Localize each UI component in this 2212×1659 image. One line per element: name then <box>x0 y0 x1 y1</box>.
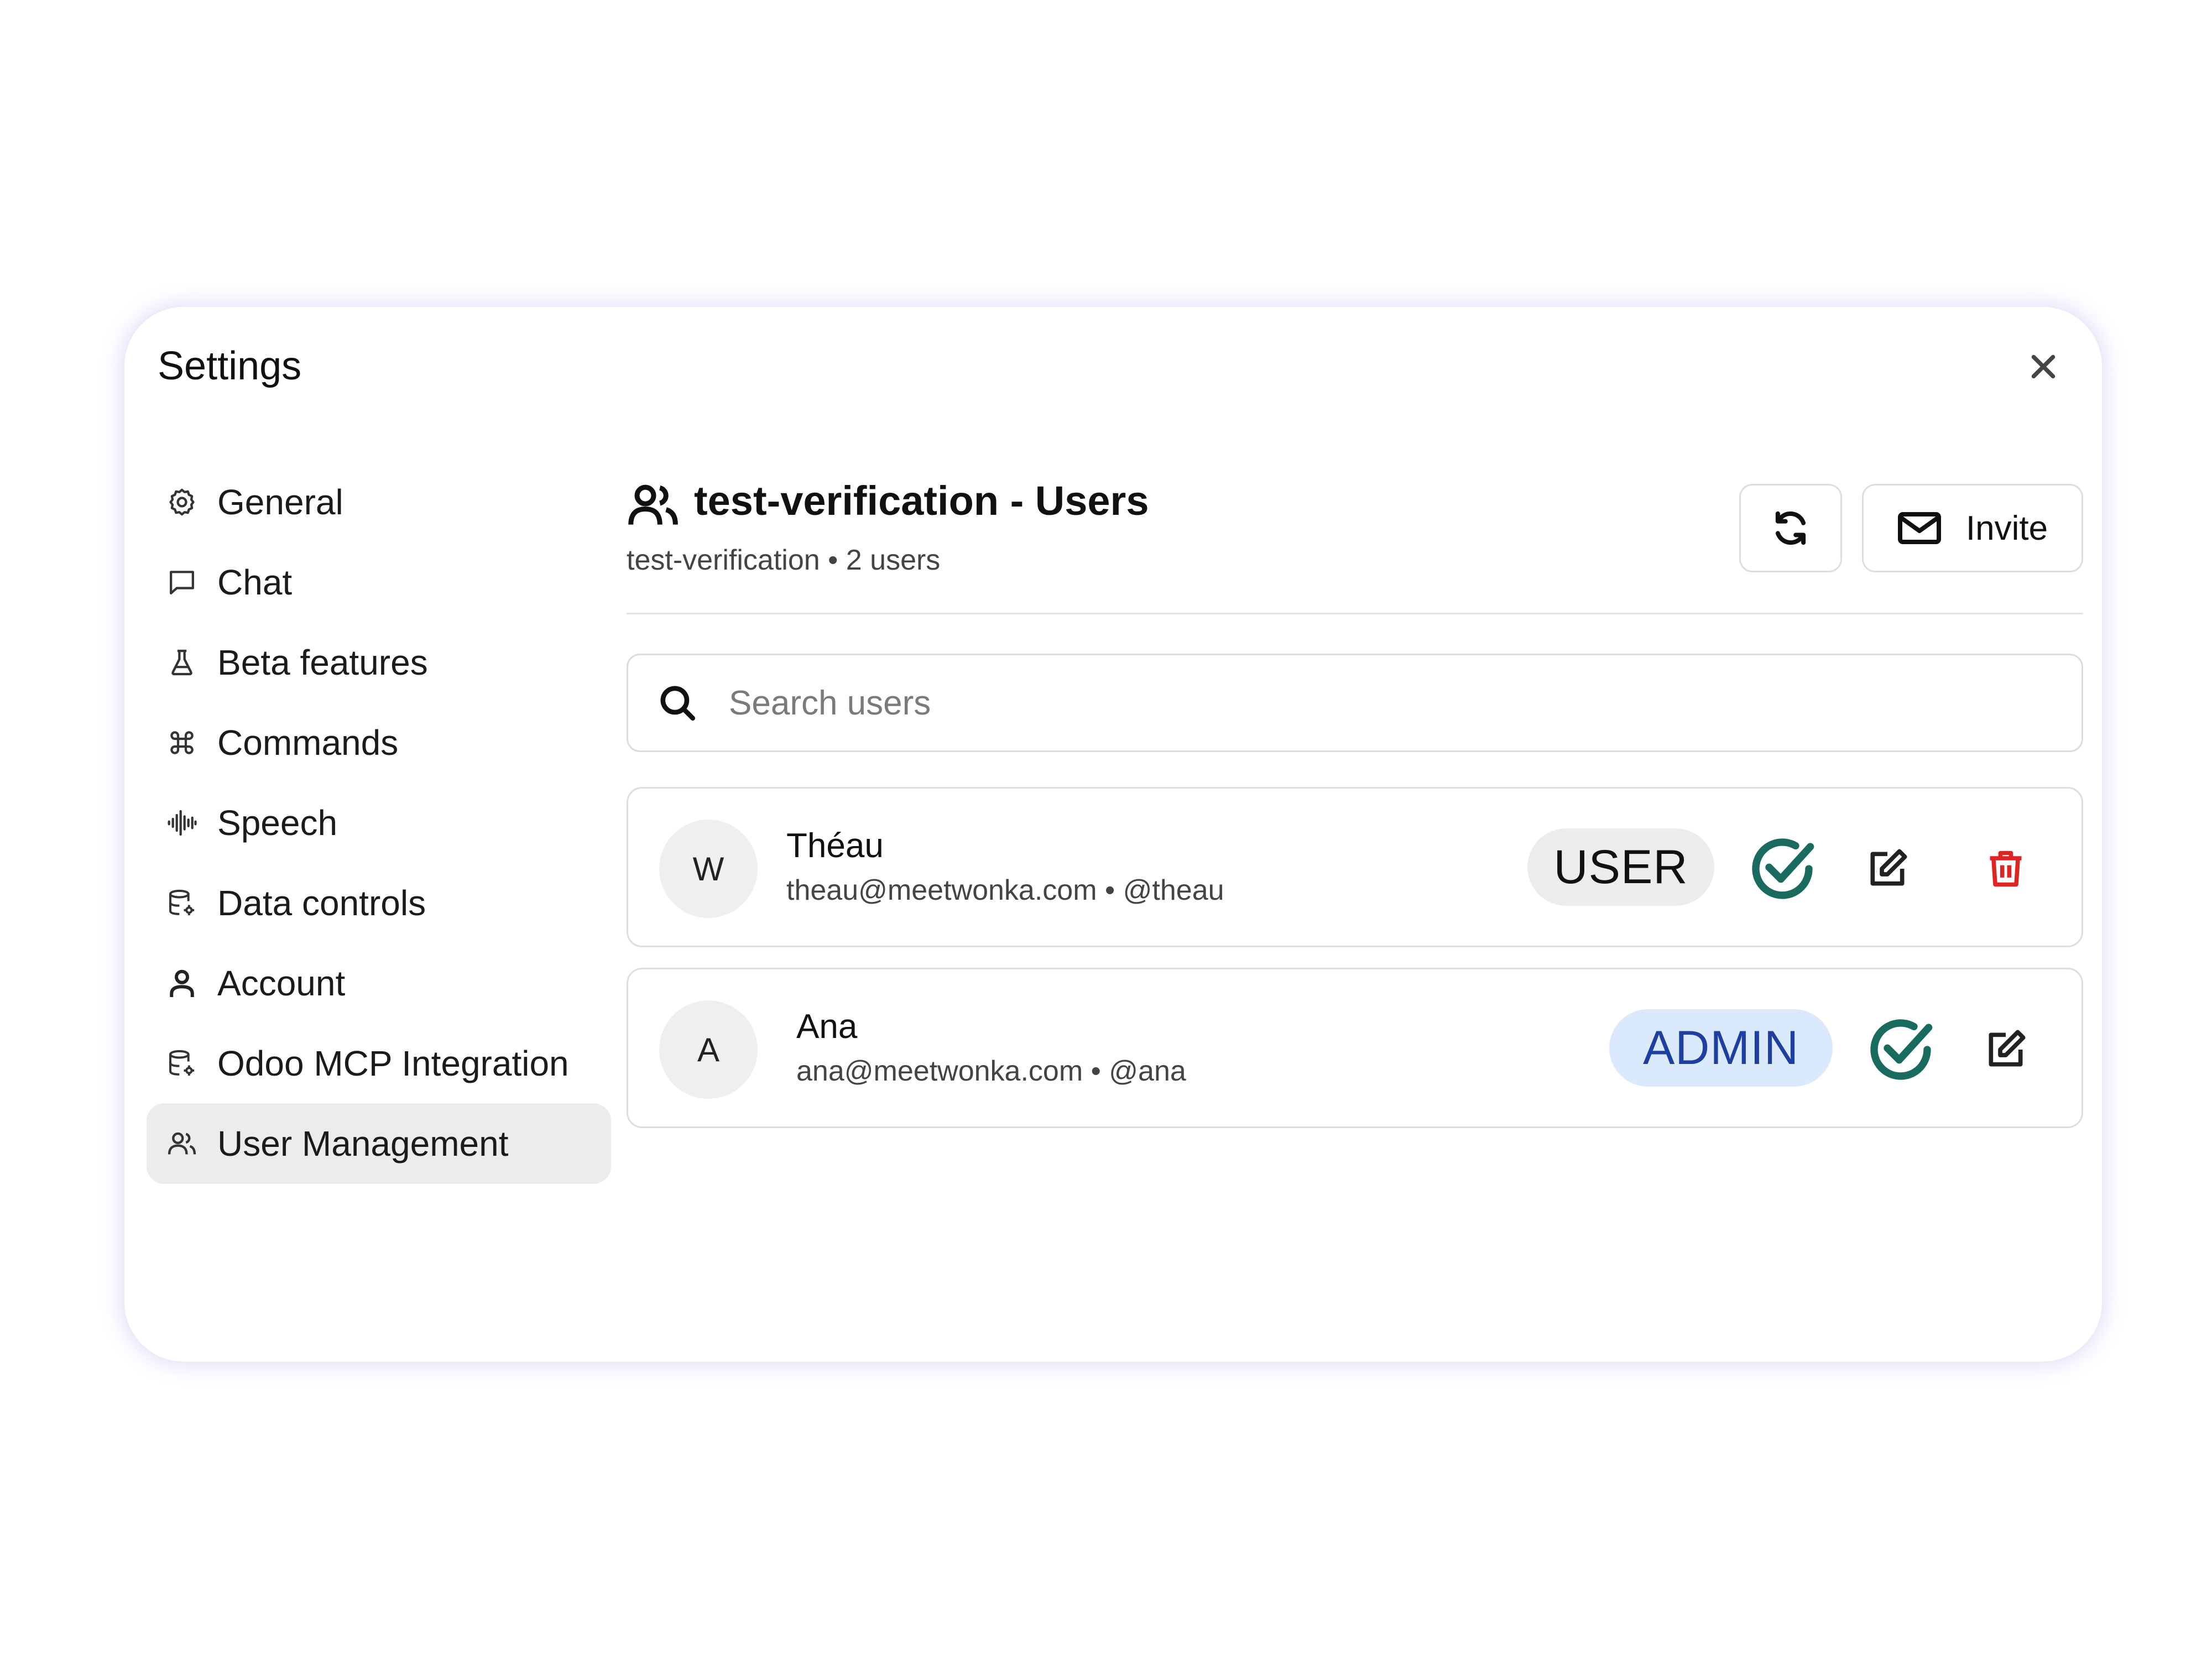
sidebar-item-chat[interactable]: Chat <box>147 542 611 623</box>
close-button[interactable] <box>2020 343 2067 390</box>
delete-button[interactable] <box>1981 844 2031 894</box>
role-badge[interactable]: USER <box>1527 828 1714 906</box>
verified-check-icon <box>1752 838 1814 899</box>
refresh-button[interactable] <box>1739 484 1842 572</box>
gear-icon <box>164 484 200 520</box>
sidebar-item-beta-features[interactable]: Beta features <box>147 622 611 703</box>
sidebar-item-label: Account <box>217 963 346 1003</box>
user-email-handle: theau@meetwonka.com • @theau <box>786 874 1224 906</box>
sidebar-item-label: Chat <box>217 562 293 602</box>
search-box[interactable] <box>627 654 2083 752</box>
verified-button[interactable] <box>1863 1011 1939 1088</box>
users-icon <box>164 1126 200 1161</box>
users-icon <box>626 480 681 530</box>
role-badge[interactable]: ADMIN <box>1609 1009 1833 1087</box>
user-row: W Théau theau@meetwonka.com • @theau USE… <box>627 787 2083 947</box>
sidebar-item-user-management[interactable]: User Management <box>147 1103 611 1184</box>
sidebar-item-label: Odoo MCP Integration <box>217 1044 569 1083</box>
edit-icon <box>1870 849 1907 886</box>
sidebar-item-label: Data controls <box>217 883 426 923</box>
page-title: test-verification - Users <box>694 478 1149 524</box>
waveform-icon <box>164 805 200 841</box>
sidebar-item-account[interactable]: Account <box>147 943 611 1024</box>
refresh-icon <box>1775 511 1806 545</box>
header-divider <box>627 613 2083 614</box>
chat-bubble-icon <box>164 565 200 600</box>
sidebar-item-label: Commands <box>217 723 399 763</box>
edit-button[interactable] <box>1981 1025 2031 1074</box>
database-gear-icon <box>164 1046 200 1081</box>
close-icon <box>2031 354 2056 379</box>
command-icon <box>164 725 200 760</box>
user-name: Ana <box>796 1008 858 1046</box>
user-name: Théau <box>786 827 884 865</box>
sidebar-item-data-controls[interactable]: Data controls <box>147 863 611 943</box>
sidebar-item-commands[interactable]: Commands <box>147 702 611 783</box>
sidebar-item-label: Speech <box>217 803 338 843</box>
user-row: A Ana ana@meetwonka.com • @ana ADMIN <box>627 968 2083 1128</box>
sidebar-item-speech[interactable]: Speech <box>147 782 611 863</box>
search-input[interactable] <box>729 683 2001 723</box>
settings-modal: Settings General Chat Beta features Comm… <box>123 305 2104 1363</box>
mail-icon <box>1897 512 1941 544</box>
flask-icon <box>164 645 200 680</box>
invite-button[interactable]: Invite <box>1862 484 2083 572</box>
edit-button[interactable] <box>1863 844 1912 894</box>
verified-check-icon <box>1870 1019 1933 1080</box>
verified-button[interactable] <box>1744 831 1820 907</box>
sidebar-item-label: General <box>217 482 343 522</box>
sidebar-item-odoo-mcp-integration[interactable]: Odoo MCP Integration <box>147 1023 611 1104</box>
avatar: W <box>659 820 758 918</box>
invite-label: Invite <box>1965 509 2048 547</box>
avatar: A <box>659 1000 758 1099</box>
sidebar-item-general[interactable]: General <box>147 462 611 542</box>
trash-icon <box>1990 851 2022 887</box>
person-icon <box>164 966 200 1001</box>
modal-title: Settings <box>158 344 302 388</box>
edit-icon <box>1989 1030 2026 1067</box>
search-icon <box>660 686 696 721</box>
page-subtitle: test-verification • 2 users <box>627 544 941 576</box>
sidebar-item-label: Beta features <box>217 643 428 682</box>
sidebar-item-label: User Management <box>217 1124 509 1164</box>
user-email-handle: ana@meetwonka.com • @ana <box>796 1055 1186 1087</box>
database-gear-icon <box>164 885 200 921</box>
